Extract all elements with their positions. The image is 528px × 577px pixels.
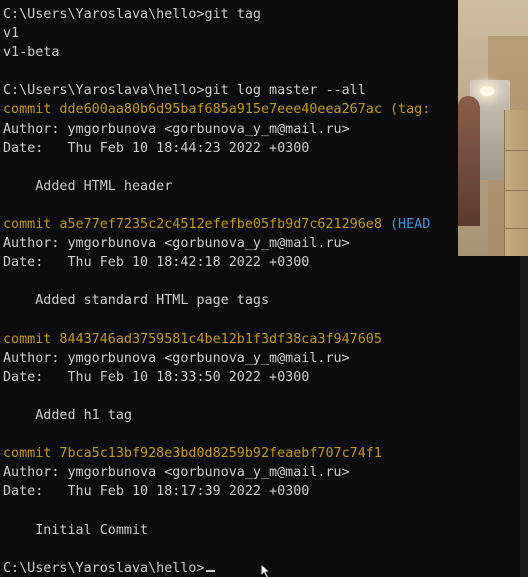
webcam-light [480, 86, 494, 96]
line-text: Date: Thu Feb 10 18:17:39 2022 +0300 [3, 484, 310, 500]
terminal-line: C:\Users\Yaroslava\hello> [3, 559, 430, 577]
terminal-line: commit 8443746ad3759581c4be12b1f3df38ca3… [3, 330, 430, 349]
webcam-door-panel [504, 150, 528, 151]
terminal-line: Author: ymgorbunova <gorbunova_y_m@mail.… [3, 349, 430, 368]
line-text: v1-beta [3, 45, 60, 61]
line-text: Added standard HTML page tags [3, 293, 270, 309]
line-text: C:\Users\Yaroslava\hello>git log master … [3, 83, 366, 99]
line-text: Initial Commit [3, 522, 149, 538]
line-text: Author: ymgorbunova <gorbunova_y_m@mail.… [3, 236, 350, 252]
terminal-line: Date: Thu Feb 10 18:42:18 2022 +0300 [3, 253, 430, 272]
line-text: Added h1 tag [3, 407, 132, 423]
commit-hash: commit a5e77ef7235c2c4512efefbe05fb9d7c6… [3, 217, 382, 233]
terminal-line: Date: Thu Feb 10 18:33:50 2022 +0300 [3, 368, 430, 387]
text-cursor [205, 569, 215, 572]
commit-hash: commit 7bca5c13bf928e3bd0d8259b92feaebf7… [3, 446, 382, 462]
commit-hash: commit dde600aa80b6d95baf685a915e7eee40e… [3, 102, 382, 118]
terminal-line: Added h1 tag [3, 406, 430, 425]
line-text: v1 [3, 26, 20, 42]
commit-ref: (tag: [381, 102, 431, 118]
line-text: Date: Thu Feb 10 18:44:23 2022 +0300 [3, 140, 310, 156]
terminal-line: commit dde600aa80b6d95baf685a915e7eee40e… [3, 100, 430, 119]
webcam-door-panel [504, 228, 528, 229]
line-text: Date: Thu Feb 10 18:33:50 2022 +0300 [3, 369, 310, 385]
line-text: Author: ymgorbunova <gorbunova_y_m@mail.… [3, 465, 350, 481]
webcam-person [458, 96, 480, 226]
commit-hash: commit 8443746ad3759581c4be12b1f3df38ca3… [3, 331, 382, 347]
terminal-line: Author: ymgorbunova <gorbunova_y_m@mail.… [3, 463, 430, 482]
terminal-line: commit 7bca5c13bf928e3bd0d8259b92feaebf7… [3, 444, 430, 463]
terminal-line: v1-beta [3, 43, 430, 62]
commit-ref: (HEAD [381, 217, 431, 233]
webcam-door [504, 110, 528, 256]
line-text: C:\Users\Yaroslava\hello>git tag [3, 7, 261, 22]
terminal-line: Author: ymgorbunova <gorbunova_y_m@mail.… [3, 120, 430, 139]
screen: C:\Users\Yaroslava\hello>git tag v1 v1-bet… [0, 0, 528, 577]
terminal-line: Date: Thu Feb 10 18:44:23 2022 +0300 [3, 139, 430, 158]
webcam-door-panel [504, 190, 528, 191]
terminal-line: Added HTML header [3, 177, 430, 196]
terminal-line: Initial Commit [3, 521, 430, 540]
command-prompt[interactable]: C:\Users\Yaroslava\hello> [3, 561, 205, 576]
line-text: Date: Thu Feb 10 18:42:18 2022 +0300 [3, 255, 310, 271]
terminal-line: Added standard HTML page tags [3, 291, 430, 310]
line-text: Author: ymgorbunova <gorbunova_y_m@mail.… [3, 350, 350, 366]
terminal-line: C:\Users\Yaroslava\hello>git tag [3, 5, 430, 24]
terminal-window[interactable]: C:\Users\Yaroslava\hello>git tag v1 v1-bet… [0, 0, 520, 577]
terminal-line: v1 [3, 24, 430, 43]
terminal-line: C:\Users\Yaroslava\hello>git log master … [3, 81, 430, 100]
terminal-line: commit a5e77ef7235c2c4512efefbe05fb9d7c6… [3, 215, 430, 234]
webcam-overlay [458, 0, 528, 256]
terminal-line: Author: ymgorbunova <gorbunova_y_m@mail.… [3, 234, 430, 253]
terminal-output: C:\Users\Yaroslava\hello>git tag v1 v1-bet… [3, 5, 430, 577]
line-text: Author: ymgorbunova <gorbunova_y_m@mail.… [3, 121, 350, 137]
line-text: Added HTML header [3, 178, 173, 194]
terminal-line: Date: Thu Feb 10 18:17:39 2022 +0300 [3, 482, 430, 501]
